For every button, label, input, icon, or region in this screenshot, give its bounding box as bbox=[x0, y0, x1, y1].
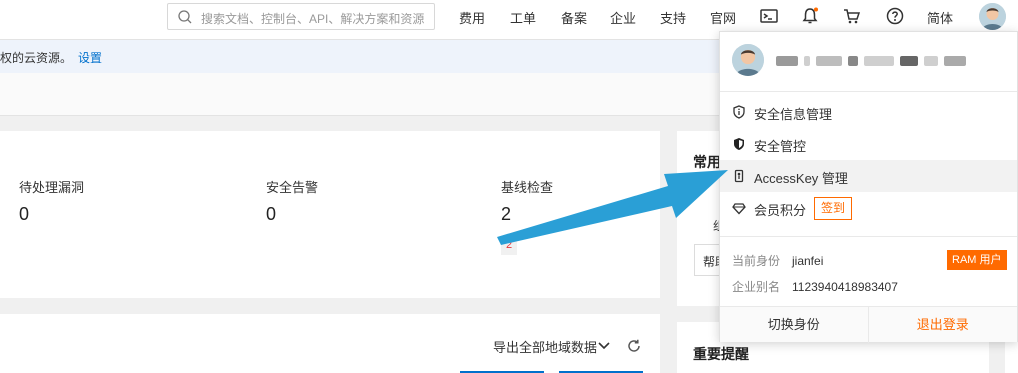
avatar-image bbox=[979, 3, 1006, 30]
menu-item-security-info[interactable]: 安全信息管理 bbox=[720, 96, 1017, 128]
user-info-header bbox=[720, 32, 1017, 92]
logout-button[interactable]: 退出登录 bbox=[869, 307, 1018, 343]
notice-message: 权的云资源。 bbox=[0, 51, 73, 65]
ram-user-badge: RAM 用户 bbox=[947, 250, 1007, 270]
enterprise-alias-value: 1123940418983407 bbox=[792, 280, 898, 294]
cart-icon[interactable] bbox=[842, 6, 862, 26]
bell-icon[interactable] bbox=[800, 6, 820, 26]
menu-label-accesskey: AccessKey 管理 bbox=[754, 171, 848, 186]
chevron-down-icon[interactable] bbox=[597, 339, 611, 353]
menu-label-security-info: 安全信息管理 bbox=[754, 107, 833, 122]
nav-enterprise[interactable]: 企业 bbox=[610, 8, 636, 27]
dropdown-separator bbox=[720, 236, 1017, 237]
enterprise-alias-row: 企业别名 1123940418983407 bbox=[732, 278, 898, 295]
key-icon bbox=[734, 169, 744, 183]
nav-official-site[interactable]: 官网 bbox=[710, 8, 736, 27]
nav-support[interactable]: 支持 bbox=[660, 8, 686, 27]
stat-label-alerts: 安全告警 bbox=[266, 180, 319, 195]
stat-value-alerts[interactable]: 0 bbox=[266, 204, 276, 225]
stat-label-vulnerabilities: 待处理漏洞 bbox=[19, 180, 85, 195]
language-switch[interactable]: 简体 bbox=[927, 8, 953, 27]
stat-label-baseline: 基线检查 bbox=[501, 180, 554, 195]
shield-info-icon bbox=[733, 105, 745, 119]
nav-filing[interactable]: 备案 bbox=[561, 8, 587, 27]
help-icon[interactable] bbox=[885, 6, 905, 26]
terminal-icon[interactable] bbox=[759, 6, 779, 26]
dropdown-avatar bbox=[732, 44, 764, 76]
current-identity-row: 当前身份 jianfei bbox=[732, 252, 823, 269]
menu-item-accesskey[interactable]: AccessKey 管理 bbox=[720, 160, 1017, 192]
sign-in-button[interactable]: 签到 bbox=[814, 197, 853, 220]
avatar-image bbox=[732, 44, 764, 76]
refresh-icon[interactable] bbox=[626, 338, 642, 354]
notice-settings-link[interactable]: 设置 bbox=[78, 51, 102, 65]
security-stats-card bbox=[0, 131, 660, 298]
current-identity-label: 当前身份 bbox=[732, 254, 781, 268]
menu-label-security-control: 安全管控 bbox=[754, 139, 807, 154]
resource-list-card: 导出全部地域数据 bbox=[0, 314, 660, 373]
search-icon bbox=[178, 10, 192, 24]
menu-item-member-points[interactable]: 会员积分 签到 bbox=[720, 192, 1017, 224]
nav-fees[interactable]: 费用 bbox=[459, 8, 485, 27]
menu-label-member-points: 会员积分 bbox=[754, 203, 807, 218]
menu-item-security-control[interactable]: 安全管控 bbox=[720, 128, 1017, 160]
stat-value-vulnerabilities[interactable]: 0 bbox=[19, 204, 29, 225]
nav-tickets[interactable]: 工单 bbox=[510, 8, 536, 27]
export-all-regions-button[interactable]: 导出全部地域数据 bbox=[493, 337, 597, 356]
baseline-count-badge: 2 bbox=[501, 236, 517, 255]
shield-filled-icon bbox=[734, 138, 744, 150]
switch-identity-button[interactable]: 切换身份 bbox=[720, 307, 869, 343]
blurred-account-name bbox=[776, 56, 966, 66]
reminder-title: 重要提醒 bbox=[693, 346, 749, 362]
common-card-title: 常用 bbox=[693, 154, 721, 170]
notice-text: 权的云资源。 设置 bbox=[0, 49, 102, 66]
user-avatar[interactable] bbox=[979, 3, 1006, 30]
search-box[interactable]: 搜索文档、控制台、API、解决方案和资源 bbox=[167, 3, 435, 30]
dropdown-footer: 切换身份 退出登录 bbox=[720, 306, 1018, 343]
search-placeholder: 搜索文档、控制台、API、解决方案和资源 bbox=[201, 12, 425, 26]
stat-value-baseline[interactable]: 2 bbox=[501, 204, 511, 225]
current-identity-value: jianfei bbox=[792, 254, 824, 268]
user-dropdown-menu: 安全信息管理 安全管控 AccessKey 管理 会员积分 签到 当前身份 jia… bbox=[719, 31, 1018, 343]
diamond-icon bbox=[732, 203, 746, 215]
enterprise-alias-label: 企业别名 bbox=[732, 280, 781, 294]
